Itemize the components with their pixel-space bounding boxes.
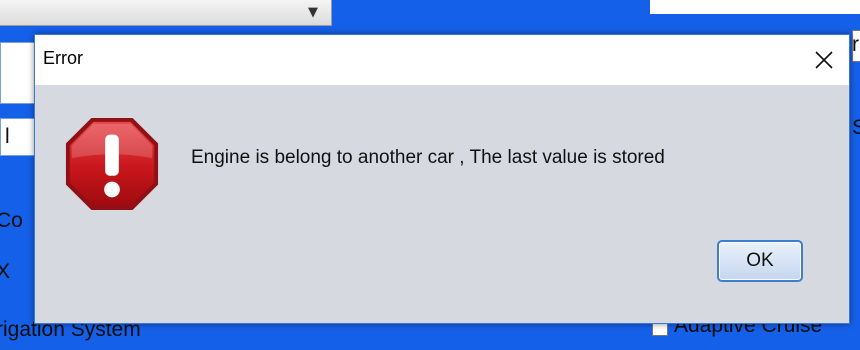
background-text-field[interactable] xyxy=(650,0,860,14)
error-stop-icon xyxy=(65,117,159,211)
dialog-titlebar[interactable]: Error xyxy=(35,35,849,85)
background-field-text: l xyxy=(5,125,10,148)
dropdown-arrow-icon[interactable]: ▼ xyxy=(304,5,322,21)
desktop-background: ▼ l Co X rigation System r Sid Adaptive … xyxy=(0,0,860,350)
close-icon xyxy=(815,51,833,69)
ok-button[interactable]: OK xyxy=(717,240,803,282)
dialog-title: Error xyxy=(43,48,83,68)
error-message: Engine is belong to another car , The la… xyxy=(191,147,665,168)
background-label: Sid xyxy=(852,116,860,139)
background-combobox[interactable]: ▼ xyxy=(0,0,332,26)
background-label: X xyxy=(0,260,11,283)
background-label: r xyxy=(852,33,859,56)
error-dialog: Error Engine is belong to another car , … xyxy=(34,34,850,324)
close-button[interactable] xyxy=(799,35,849,85)
background-label: Co xyxy=(0,209,23,232)
